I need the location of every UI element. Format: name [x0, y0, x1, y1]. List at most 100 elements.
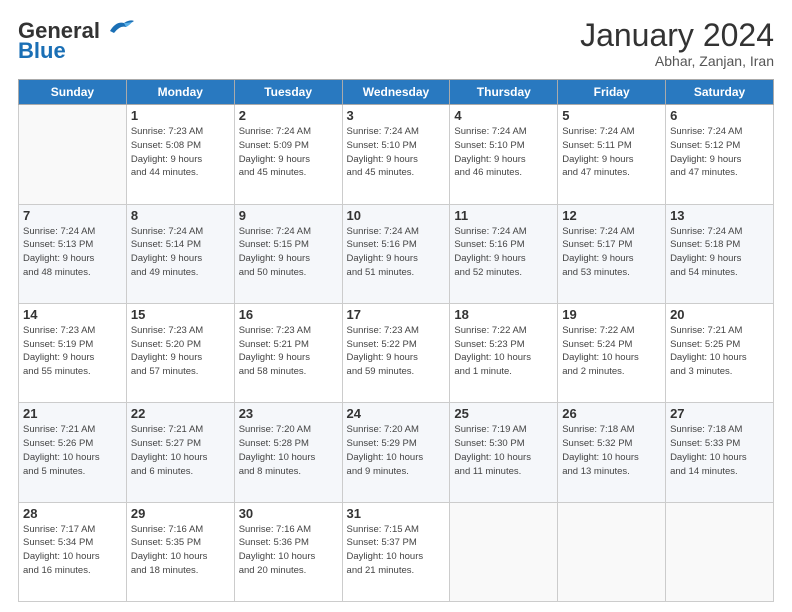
weekday-header: Tuesday [234, 80, 342, 105]
calendar-day-cell: 16Sunrise: 7:23 AM Sunset: 5:21 PM Dayli… [234, 303, 342, 402]
day-number: 30 [239, 506, 338, 521]
calendar-day-cell: 11 Sunrise: 7:24 AM Sunset: 5:16 PM Dayli… [450, 204, 558, 303]
day-info: Sunrise: 7:23 AM Sunset: 5:08 PM Dayligh… [131, 125, 230, 180]
day-info: Sunrise: 7:16 AM Sunset: 5:35 PM Dayligh… [131, 523, 230, 578]
calendar-day-cell: 13Sunrise: 7:24 AM Sunset: 5:18 PM Dayli… [666, 204, 774, 303]
day-info: Sunrise: 7:24 AM Sunset: 5:16 PM Dayligh… [454, 225, 553, 280]
month-title: January 2024 [580, 18, 774, 53]
calendar-day-cell: 12Sunrise: 7:24 AM Sunset: 5:17 PM Dayli… [558, 204, 666, 303]
day-info: Sunrise: 7:20 AM Sunset: 5:28 PM Dayligh… [239, 423, 338, 478]
day-info: Sunrise: 7:24 AM Sunset: 5:11 PM Dayligh… [562, 125, 661, 180]
day-number: 14 [23, 307, 122, 322]
weekday-header: Saturday [666, 80, 774, 105]
calendar-day-cell: 23 Sunrise: 7:20 AM Sunset: 5:28 PM Dayli… [234, 403, 342, 502]
day-number: 10 [347, 208, 446, 223]
calendar-day-cell [666, 502, 774, 601]
day-info: Sunrise: 7:24 AM Sunset: 5:15 PM Dayligh… [239, 225, 338, 280]
day-number: 9 [239, 208, 338, 223]
header: General Blue January 2024 Abhar, Zanjan,… [18, 18, 774, 69]
weekday-header: Friday [558, 80, 666, 105]
day-info: Sunrise: 7:21 AM Sunset: 5:25 PM Dayligh… [670, 324, 769, 379]
calendar-day-cell: 29Sunrise: 7:16 AM Sunset: 5:35 PM Dayli… [126, 502, 234, 601]
calendar-day-cell: 15 Sunrise: 7:23 AM Sunset: 5:20 PM Dayli… [126, 303, 234, 402]
weekday-header: Monday [126, 80, 234, 105]
day-info: Sunrise: 7:23 AM Sunset: 5:20 PM Dayligh… [131, 324, 230, 379]
calendar-day-cell: 7 Sunrise: 7:24 AM Sunset: 5:13 PM Daylig… [19, 204, 127, 303]
calendar-day-cell: 14Sunrise: 7:23 AM Sunset: 5:19 PM Dayli… [19, 303, 127, 402]
day-info: Sunrise: 7:18 AM Sunset: 5:33 PM Dayligh… [670, 423, 769, 478]
day-number: 25 [454, 406, 553, 421]
logo-blue-text: Blue [18, 38, 66, 64]
day-number: 7 [23, 208, 122, 223]
day-number: 3 [347, 108, 446, 123]
day-number: 31 [347, 506, 446, 521]
logo-bird-icon [102, 17, 134, 41]
calendar-day-cell: 17Sunrise: 7:23 AM Sunset: 5:22 PM Dayli… [342, 303, 450, 402]
weekday-header: Thursday [450, 80, 558, 105]
calendar-day-cell: 26 Sunrise: 7:18 AM Sunset: 5:32 PM Dayli… [558, 403, 666, 502]
day-info: Sunrise: 7:24 AM Sunset: 5:13 PM Dayligh… [23, 225, 122, 280]
day-info: Sunrise: 7:16 AM Sunset: 5:36 PM Dayligh… [239, 523, 338, 578]
day-number: 19 [562, 307, 661, 322]
calendar-week-row: 28Sunrise: 7:17 AM Sunset: 5:34 PM Dayli… [19, 502, 774, 601]
day-number: 26 [562, 406, 661, 421]
day-number: 28 [23, 506, 122, 521]
day-number: 8 [131, 208, 230, 223]
calendar-day-cell: 24Sunrise: 7:20 AM Sunset: 5:29 PM Dayli… [342, 403, 450, 502]
day-number: 22 [131, 406, 230, 421]
calendar-week-row: 21Sunrise: 7:21 AM Sunset: 5:26 PM Dayli… [19, 403, 774, 502]
calendar-day-cell [19, 105, 127, 204]
calendar-day-cell: 8Sunrise: 7:24 AM Sunset: 5:14 PM Daylig… [126, 204, 234, 303]
calendar-day-cell: 9 Sunrise: 7:24 AM Sunset: 5:15 PM Daylig… [234, 204, 342, 303]
calendar-day-cell: 28Sunrise: 7:17 AM Sunset: 5:34 PM Dayli… [19, 502, 127, 601]
day-number: 5 [562, 108, 661, 123]
calendar-day-cell: 18Sunrise: 7:22 AM Sunset: 5:23 PM Dayli… [450, 303, 558, 402]
calendar-day-cell: 25 Sunrise: 7:19 AM Sunset: 5:30 PM Dayli… [450, 403, 558, 502]
calendar-day-cell: 22Sunrise: 7:21 AM Sunset: 5:27 PM Dayli… [126, 403, 234, 502]
calendar-day-cell: 5 Sunrise: 7:24 AM Sunset: 5:11 PM Daylig… [558, 105, 666, 204]
day-number: 20 [670, 307, 769, 322]
logo: General Blue [18, 18, 134, 64]
calendar-week-row: 14Sunrise: 7:23 AM Sunset: 5:19 PM Dayli… [19, 303, 774, 402]
calendar-day-cell [558, 502, 666, 601]
day-number: 4 [454, 108, 553, 123]
day-info: Sunrise: 7:24 AM Sunset: 5:18 PM Dayligh… [670, 225, 769, 280]
day-info: Sunrise: 7:24 AM Sunset: 5:10 PM Dayligh… [454, 125, 553, 180]
day-number: 2 [239, 108, 338, 123]
location-subtitle: Abhar, Zanjan, Iran [580, 53, 774, 69]
day-info: Sunrise: 7:22 AM Sunset: 5:23 PM Dayligh… [454, 324, 553, 379]
day-number: 23 [239, 406, 338, 421]
day-info: Sunrise: 7:24 AM Sunset: 5:16 PM Dayligh… [347, 225, 446, 280]
calendar-day-cell: 2Sunrise: 7:24 AM Sunset: 5:09 PM Daylig… [234, 105, 342, 204]
day-info: Sunrise: 7:18 AM Sunset: 5:32 PM Dayligh… [562, 423, 661, 478]
calendar-day-cell: 10 Sunrise: 7:24 AM Sunset: 5:16 PM Dayli… [342, 204, 450, 303]
calendar-day-cell: 20 Sunrise: 7:21 AM Sunset: 5:25 PM Dayli… [666, 303, 774, 402]
day-info: Sunrise: 7:20 AM Sunset: 5:29 PM Dayligh… [347, 423, 446, 478]
day-number: 16 [239, 307, 338, 322]
day-info: Sunrise: 7:24 AM Sunset: 5:17 PM Dayligh… [562, 225, 661, 280]
day-info: Sunrise: 7:24 AM Sunset: 5:10 PM Dayligh… [347, 125, 446, 180]
day-info: Sunrise: 7:19 AM Sunset: 5:30 PM Dayligh… [454, 423, 553, 478]
calendar-day-cell: 30 Sunrise: 7:16 AM Sunset: 5:36 PM Dayli… [234, 502, 342, 601]
day-info: Sunrise: 7:23 AM Sunset: 5:22 PM Dayligh… [347, 324, 446, 379]
calendar-week-row: 7 Sunrise: 7:24 AM Sunset: 5:13 PM Daylig… [19, 204, 774, 303]
calendar-day-cell [450, 502, 558, 601]
day-info: Sunrise: 7:15 AM Sunset: 5:37 PM Dayligh… [347, 523, 446, 578]
day-info: Sunrise: 7:22 AM Sunset: 5:24 PM Dayligh… [562, 324, 661, 379]
calendar-day-cell: 6Sunrise: 7:24 AM Sunset: 5:12 PM Daylig… [666, 105, 774, 204]
calendar-table: SundayMondayTuesdayWednesdayThursdayFrid… [18, 79, 774, 602]
calendar-day-cell: 4 Sunrise: 7:24 AM Sunset: 5:10 PM Daylig… [450, 105, 558, 204]
weekday-header: Wednesday [342, 80, 450, 105]
weekday-header-row: SundayMondayTuesdayWednesdayThursdayFrid… [19, 80, 774, 105]
weekday-header: Sunday [19, 80, 127, 105]
calendar-day-cell: 27Sunrise: 7:18 AM Sunset: 5:33 PM Dayli… [666, 403, 774, 502]
title-block: January 2024 Abhar, Zanjan, Iran [580, 18, 774, 69]
calendar-day-cell: 21Sunrise: 7:21 AM Sunset: 5:26 PM Dayli… [19, 403, 127, 502]
day-number: 11 [454, 208, 553, 223]
day-info: Sunrise: 7:24 AM Sunset: 5:12 PM Dayligh… [670, 125, 769, 180]
day-number: 15 [131, 307, 230, 322]
day-number: 1 [131, 108, 230, 123]
calendar-week-row: 1 Sunrise: 7:23 AM Sunset: 5:08 PM Daylig… [19, 105, 774, 204]
calendar-day-cell: 19 Sunrise: 7:22 AM Sunset: 5:24 PM Dayli… [558, 303, 666, 402]
page: General Blue January 2024 Abhar, Zanjan,… [0, 0, 792, 612]
